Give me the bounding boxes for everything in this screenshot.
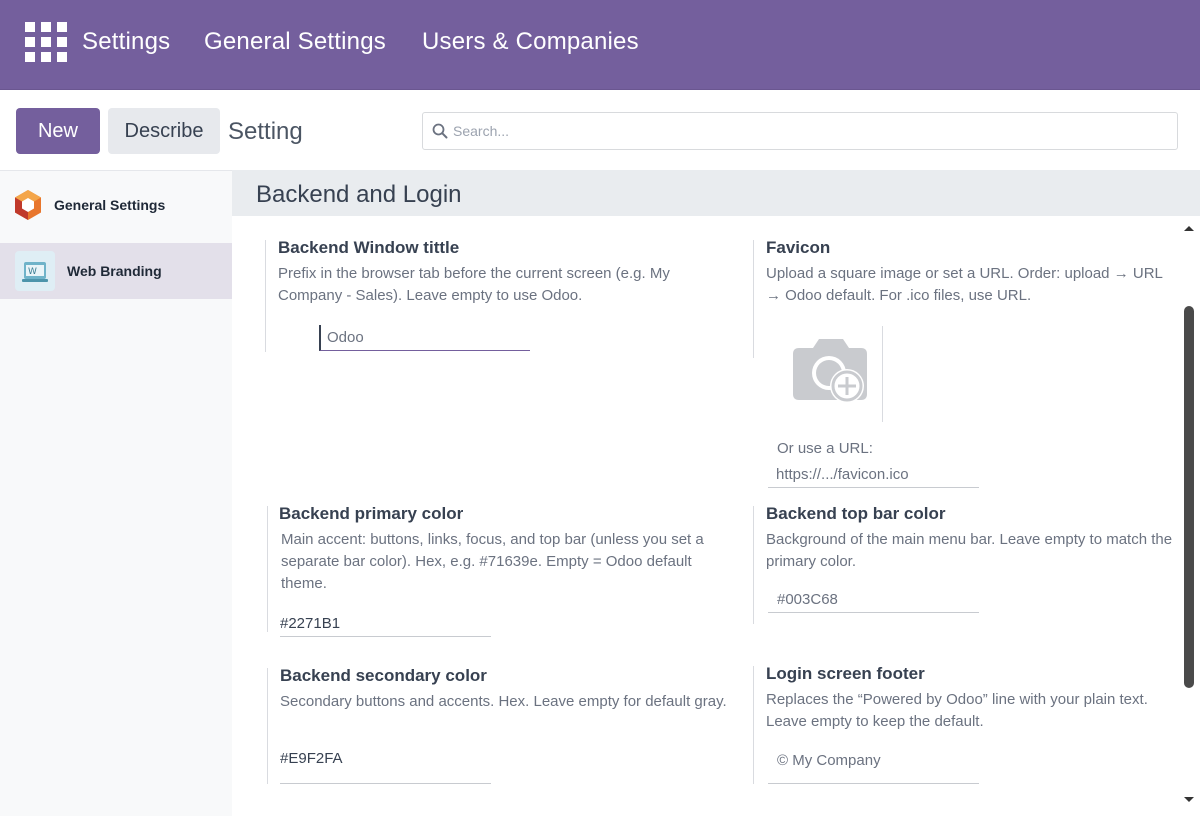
setting-description: Main accent: buttons, links, focus, and … xyxy=(281,531,704,592)
app-name-settings[interactable]: Settings xyxy=(82,28,170,56)
favicon-upload-button[interactable] xyxy=(783,326,883,422)
scroll-up-arrow-icon[interactable] xyxy=(1184,226,1194,231)
new-button[interactable]: New xyxy=(16,108,100,154)
sidebar-item-label: Web Branding xyxy=(67,263,162,279)
camera-add-icon xyxy=(793,339,867,403)
setting-description: Prefix in the browser tab before the cur… xyxy=(278,265,670,304)
setting-title: Backend secondary color xyxy=(280,666,487,685)
login-footer-input[interactable] xyxy=(768,747,979,784)
setting-favicon xyxy=(753,240,754,358)
search-icon xyxy=(432,123,448,139)
settings-sidebar: General Settings W Web Branding xyxy=(0,170,232,816)
setting-window-title xyxy=(265,240,266,352)
section-title: Backend and Login xyxy=(256,181,462,208)
setting-title: Backend top bar color xyxy=(766,504,946,523)
scroll-down-arrow-icon[interactable] xyxy=(1184,797,1194,802)
sidebar-item-label: General Settings xyxy=(54,197,166,213)
secondary-color-input[interactable] xyxy=(280,745,491,784)
menu-users-companies[interactable]: Users & Companies xyxy=(422,28,639,56)
setting-description: Background of the main menu bar. Leave e… xyxy=(766,531,1173,570)
apps-menu-icon[interactable] xyxy=(25,22,67,62)
top-navbar: Settings General Settings Users & Compan… xyxy=(0,0,1200,90)
setting-secondary-color xyxy=(267,668,268,784)
menu-general-settings[interactable]: General Settings xyxy=(204,28,386,56)
setting-title: Backend primary color xyxy=(279,504,464,523)
scrollbar-thumb[interactable] xyxy=(1184,306,1194,688)
search-input[interactable] xyxy=(453,113,1168,149)
favicon-url-label: Or use a URL: xyxy=(777,440,873,457)
favicon-url-input[interactable] xyxy=(768,462,979,488)
setting-description: Replaces the “Powered by Odoo” line with… xyxy=(766,691,1148,730)
primary-color-input[interactable] xyxy=(280,611,491,637)
setting-title: Login screen footer xyxy=(766,664,925,683)
setting-title: Favicon xyxy=(766,238,831,257)
odoo-logo-icon xyxy=(15,190,41,220)
search-box xyxy=(422,112,1178,150)
section-header: Backend and Login xyxy=(232,170,1200,216)
describe-button[interactable]: Describe xyxy=(108,108,220,154)
web-branding-icon: W xyxy=(15,251,55,291)
setting-primary-color xyxy=(267,506,268,632)
window-title-input[interactable] xyxy=(319,325,530,351)
sidebar-item-web-branding[interactable]: W Web Branding xyxy=(0,243,232,299)
setting-description: Upload a square image or set a URL. Orde… xyxy=(766,265,1163,304)
page-title: Setting xyxy=(228,118,303,145)
top-bar-color-input[interactable] xyxy=(768,587,979,613)
svg-text:W: W xyxy=(28,267,37,277)
setting-description: Secondary buttons and accents. Hex. Leav… xyxy=(280,693,727,710)
sidebar-item-general-settings[interactable]: General Settings xyxy=(0,177,232,233)
setting-login-footer xyxy=(753,666,754,784)
setting-top-bar-color xyxy=(753,506,754,624)
setting-title: Backend Window tittle xyxy=(278,238,460,257)
